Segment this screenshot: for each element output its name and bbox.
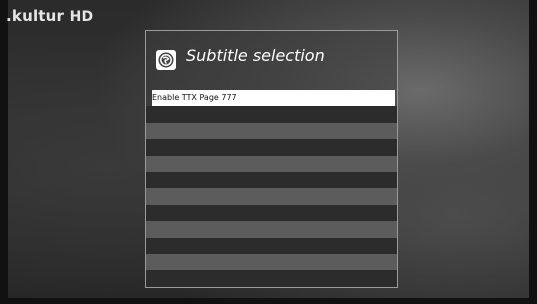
right-letterbox (529, 0, 537, 304)
list-item-empty (146, 204, 397, 222)
channel-name: .kultur (6, 7, 65, 25)
list-item-empty (146, 171, 397, 189)
channel-logo: .kultur HD (6, 7, 93, 25)
dialog-header: Subtitle selection (146, 31, 397, 89)
list-item-empty (146, 237, 397, 254)
subtitle-dialog: Subtitle selection Enable TTX Page 777 (145, 30, 398, 288)
list-item-enable-ttx[interactable]: Enable TTX Page 777 (152, 90, 395, 107)
list-item-empty (146, 253, 397, 271)
dialog-title: Subtitle selection (186, 46, 325, 65)
bottom-letterbox (0, 298, 537, 304)
list-item-empty (146, 106, 397, 123)
subtitle-list: Enable TTX Page 777 (146, 90, 397, 287)
subtitle-globe-icon (156, 50, 176, 70)
list-item-empty (146, 221, 397, 238)
channel-quality: HD (69, 9, 94, 25)
list-item-empty (146, 155, 397, 172)
left-letterbox (0, 0, 8, 304)
list-item-empty (146, 139, 397, 156)
list-item-empty (146, 188, 397, 205)
list-item-empty (146, 122, 397, 140)
list-item-empty (146, 270, 397, 287)
